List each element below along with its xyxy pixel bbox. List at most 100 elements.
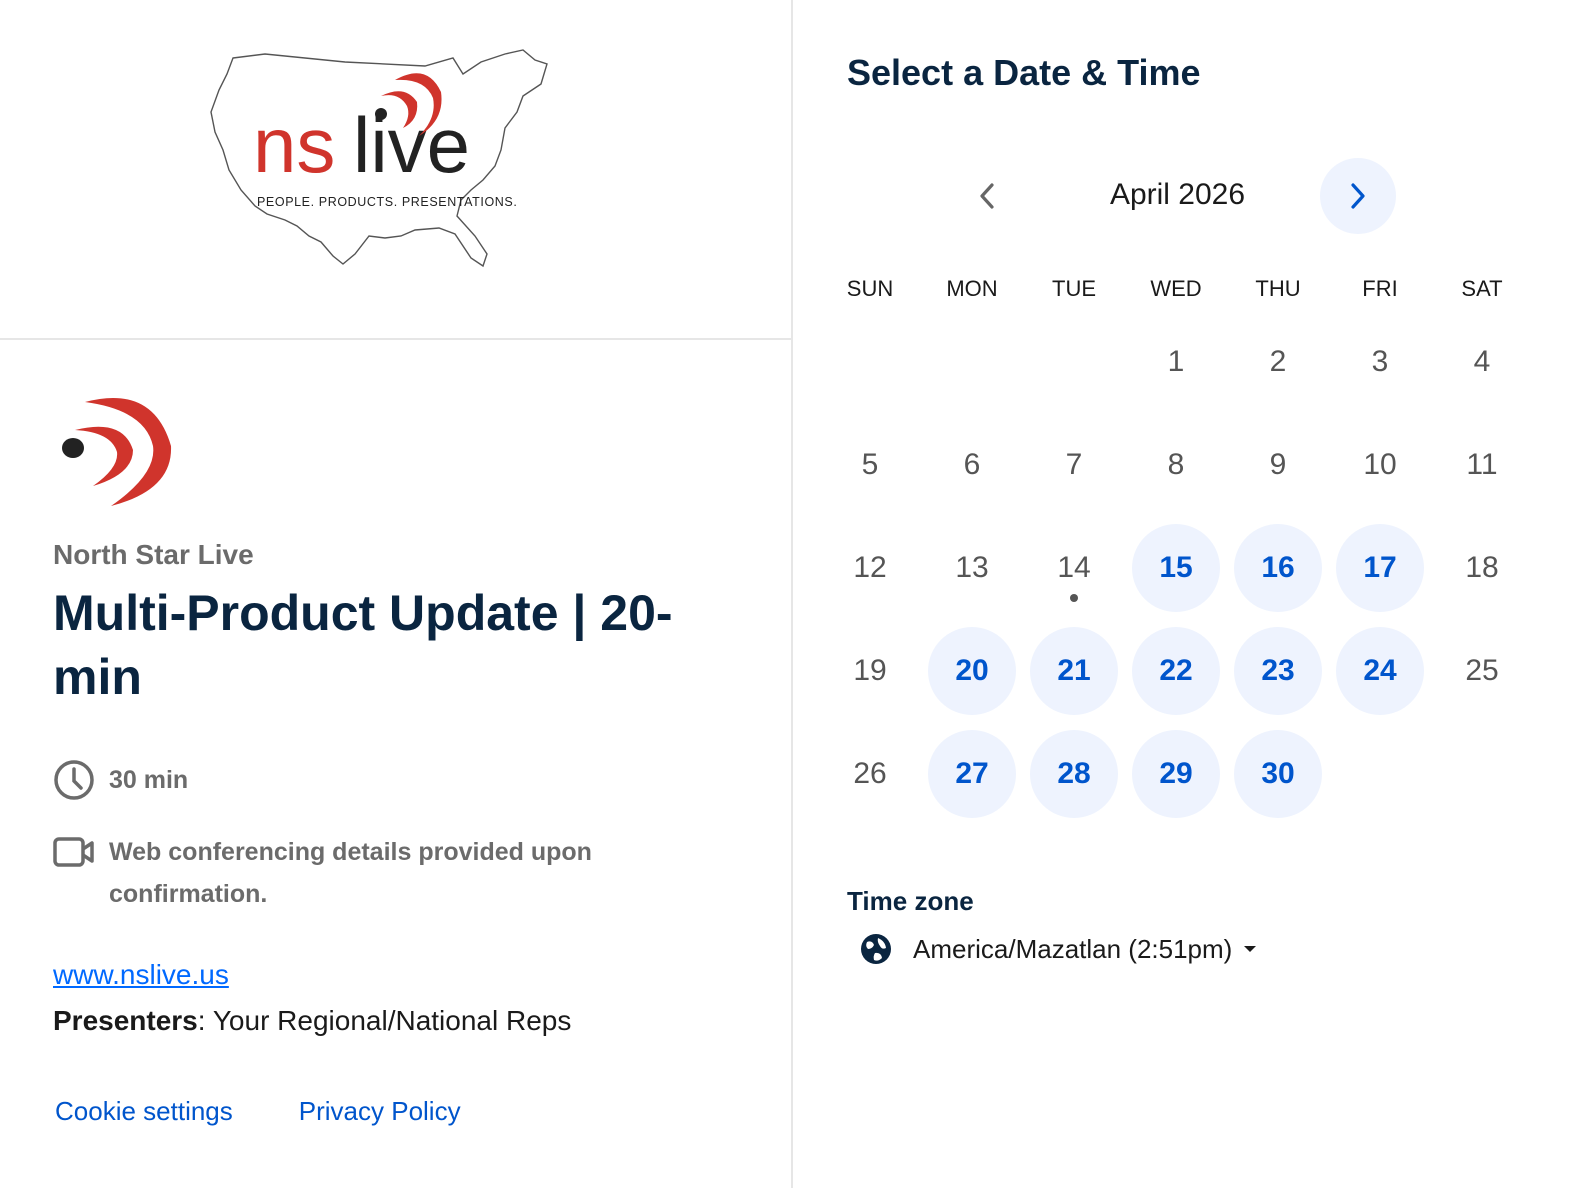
date-26: 26 — [853, 756, 887, 790]
date-10: 10 — [1363, 447, 1397, 481]
presenters-value: : Your Regional/National Reps — [197, 1005, 572, 1036]
empty-cell — [921, 310, 1023, 413]
weekday-tue: TUE — [1052, 276, 1096, 301]
calendar-cell: 14 — [1023, 516, 1125, 619]
weekday-fri: FRI — [1362, 276, 1398, 301]
date-18: 18 — [1465, 550, 1499, 584]
calendar-cell: 7 — [1023, 413, 1125, 516]
svg-text:PEOPLE. PRODUCTS. PRESENTATION: PEOPLE. PRODUCTS. PRESENTATIONS. — [257, 195, 517, 209]
calendar-cell: 19 — [819, 619, 921, 722]
calendar-cell: 20 — [921, 619, 1023, 722]
timezone-label: Time zone — [847, 886, 974, 916]
calendar-cell: 25 — [1431, 619, 1533, 722]
calendar-cell: 12 — [819, 516, 921, 619]
available-date-16[interactable]: 16 — [1234, 523, 1322, 612]
available-date-23[interactable]: 23 — [1234, 626, 1322, 715]
available-date-21[interactable]: 21 — [1030, 626, 1118, 715]
calendar-cell: 16 — [1227, 516, 1329, 619]
weekday-thu: THU — [1255, 276, 1301, 301]
calendar-cell: 5 — [819, 413, 921, 516]
duration-text: 30 min — [109, 766, 189, 794]
date-9: 9 — [1269, 447, 1287, 481]
available-date-15[interactable]: 15 — [1132, 523, 1220, 612]
available-date-17[interactable]: 17 — [1336, 523, 1424, 612]
globe-icon — [861, 934, 891, 964]
month-navigation: April 2026 — [795, 158, 1586, 234]
event-title: Multi-Product Update | 20-min — [53, 585, 673, 705]
date-1: 1 — [1167, 344, 1185, 378]
presenters-label: Presenters — [53, 1005, 198, 1036]
calendar-cell: 3 — [1329, 310, 1431, 413]
svg-text:ns: ns — [253, 101, 335, 189]
previous-month-button[interactable] — [963, 172, 1011, 220]
video-camera-icon — [53, 837, 94, 867]
date-3: 3 — [1371, 344, 1389, 378]
date-4: 4 — [1473, 344, 1491, 378]
calendar-cell: 18 — [1431, 516, 1533, 619]
calendar-cell: 29 — [1125, 722, 1227, 825]
calendar-cell: 13 — [921, 516, 1023, 619]
calendar-grid: 1 2 3 4 5 6 7 8 9 10 11 12 13 14 15 16 17 18 19 20 21 22 23 24 2… — [819, 310, 1533, 825]
presenters-line: Presenters: Your Regional/National Reps — [53, 1005, 753, 1037]
date-11: 11 — [1466, 447, 1498, 481]
available-date-22[interactable]: 22 — [1132, 626, 1220, 715]
nslive-logo: ns live PEOPLE. PRODUCTS. PRESENTATIONS. — [210, 49, 548, 268]
calendar-cell: 24 — [1329, 619, 1431, 722]
today-indicator — [1070, 594, 1078, 602]
date-7: 7 — [1065, 447, 1083, 481]
empty-cell — [1023, 310, 1125, 413]
weekday-sun: SUN — [846, 276, 894, 301]
calendar-cell: 28 — [1023, 722, 1125, 825]
date-6: 6 — [963, 447, 981, 481]
available-date-28[interactable]: 28 — [1030, 729, 1118, 818]
calendar-cell: 9 — [1227, 413, 1329, 516]
page-title: Select a Date & Time — [847, 52, 1201, 93]
conferencing-row: Web conferencing details provided upon c… — [53, 831, 753, 915]
date-2: 2 — [1269, 344, 1287, 378]
chevron-left-icon — [980, 183, 994, 209]
date-25: 25 — [1465, 653, 1499, 687]
calendar-cell: 30 — [1227, 722, 1329, 825]
empty-cell — [819, 310, 921, 413]
footer-links: Cookie settings Privacy Policy — [55, 1096, 461, 1127]
clock-icon — [54, 760, 94, 800]
calendar-cell: 26 — [819, 722, 921, 825]
available-date-27[interactable]: 27 — [928, 729, 1016, 818]
calendar-cell: 8 — [1125, 413, 1227, 516]
calendar-cell: 6 — [921, 413, 1023, 516]
chevron-right-icon — [1351, 183, 1365, 209]
calendar-cell: 22 — [1125, 619, 1227, 722]
weekday-header: SUN MON TUE WED THU FRI SAT — [819, 276, 1533, 302]
available-date-30[interactable]: 30 — [1234, 729, 1322, 818]
privacy-policy-link[interactable]: Privacy Policy — [299, 1096, 461, 1127]
available-date-29[interactable]: 29 — [1132, 729, 1220, 818]
timezone-select[interactable]: America/Mazatlan (2:51pm) — [859, 932, 1258, 966]
available-date-20[interactable]: 20 — [928, 626, 1016, 715]
calendar-cell: 10 — [1329, 413, 1431, 516]
calendar-cell: 1 — [1125, 310, 1227, 413]
calendar-cell: 11 — [1431, 413, 1533, 516]
date-19: 19 — [853, 653, 887, 687]
date-8: 8 — [1167, 447, 1185, 481]
calendar-cell: 21 — [1023, 619, 1125, 722]
conferencing-text: Web conferencing details provided upon c… — [109, 838, 592, 908]
scheduler-panel: Select a Date & Time April 2026 SUN MON TU… — [795, 0, 1586, 1188]
date-5: 5 — [861, 447, 879, 481]
calendar-cell: 27 — [921, 722, 1023, 825]
available-date-24[interactable]: 24 — [1336, 626, 1424, 715]
weekday-wed: WED — [1150, 276, 1202, 301]
calendar-cell: 15 — [1125, 516, 1227, 619]
calendar-cell: 2 — [1227, 310, 1329, 413]
website-link[interactable]: www.nslive.us — [53, 959, 229, 991]
current-month: April 2026 — [1109, 178, 1246, 211]
event-details-panel: ns live PEOPLE. PRODUCTS. PRESENTATIONS.… — [0, 0, 793, 1188]
calendar-cell: 17 — [1329, 516, 1431, 619]
weekday-sat: SAT — [1461, 276, 1503, 301]
organizer-name: North Star Live — [53, 539, 254, 570]
date-13: 13 — [955, 550, 989, 584]
duration-row: 30 min — [53, 759, 753, 801]
weekday-mon: MON — [946, 276, 998, 301]
next-month-button[interactable] — [1320, 158, 1396, 234]
date-12: 12 — [853, 550, 887, 584]
cookie-settings-link[interactable]: Cookie settings — [55, 1096, 233, 1127]
